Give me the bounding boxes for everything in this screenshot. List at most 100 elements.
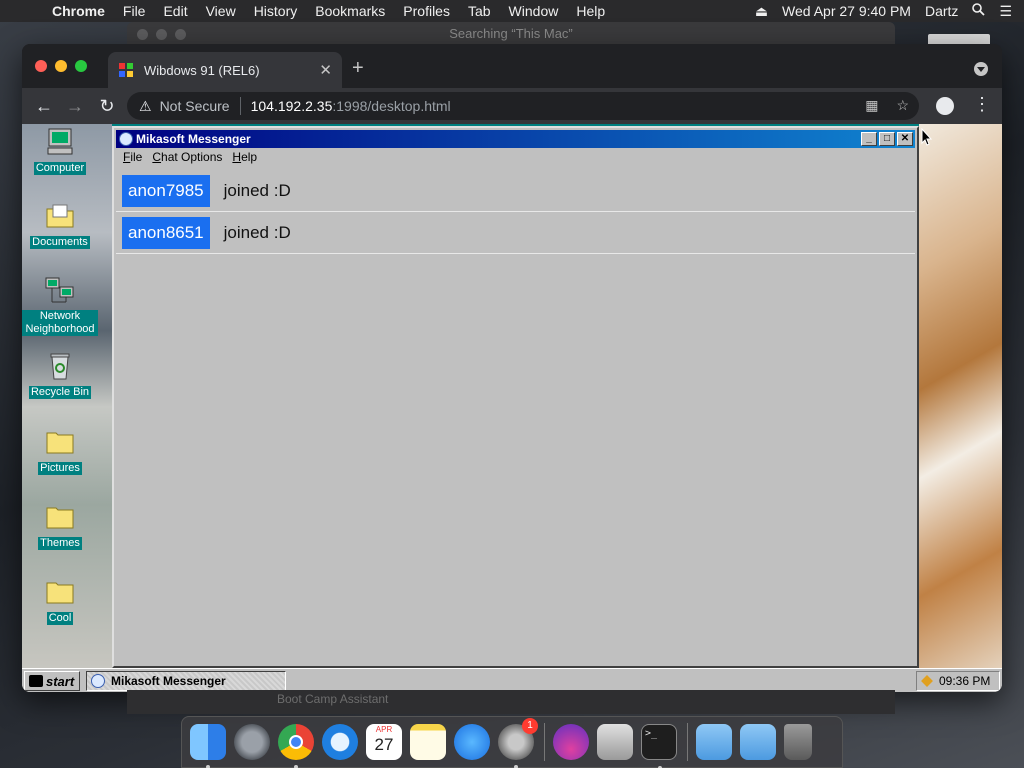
menu-bookmarks[interactable]: Bookmarks (315, 3, 385, 19)
window-minimize-button[interactable] (55, 60, 67, 72)
calendar-icon[interactable]: APR 27 (366, 724, 402, 760)
desktop-icon-documents[interactable]: Documents (22, 200, 98, 249)
network-icon (45, 277, 74, 303)
installer-icon[interactable] (553, 724, 589, 760)
calendar-day: 27 (374, 735, 394, 754)
calendar-month: APR (375, 725, 393, 734)
applications-folder-icon[interactable] (696, 724, 732, 760)
message-text: joined :D (223, 180, 291, 200)
new-tab-button[interactable]: + (352, 57, 364, 80)
desktop-icon-themes[interactable]: Themes (22, 501, 98, 550)
messenger-window-controls: _ □ ✕ (859, 132, 913, 146)
menu-help[interactable]: Help (576, 3, 605, 19)
page-viewport: Computer Documents Network Neighborhood (22, 124, 1002, 692)
user-name[interactable]: Dartz (925, 3, 958, 19)
folder-icon (46, 582, 74, 604)
win-desktop: Computer Documents Network Neighborhood (22, 124, 1002, 668)
boot-camp-icon[interactable] (597, 724, 633, 760)
desktop-icon-label: Recycle Bin (28, 386, 92, 399)
menu-app-name[interactable]: Chrome (52, 3, 105, 19)
reload-button[interactable]: ↻ (96, 94, 118, 118)
chrome-menu-icon[interactable]: ⋮ (973, 94, 991, 115)
messenger-title: Mikasoft Messenger (136, 132, 251, 146)
finder-icon[interactable] (190, 724, 226, 768)
bookmark-star-icon[interactable]: ☆ (896, 97, 909, 114)
safari-icon[interactable] (322, 724, 358, 760)
spotlight-search-icon[interactable] (972, 3, 986, 19)
desktop-icon-label: Documents (30, 236, 90, 249)
menu-history[interactable]: History (254, 3, 298, 19)
messenger-menu-file[interactable]: File (123, 150, 142, 168)
trash-icon[interactable] (784, 724, 812, 760)
background-window-controls (137, 29, 194, 40)
message-list: anon7985 joined :D anon8651 joined :D (116, 170, 915, 664)
start-button[interactable]: start (24, 671, 80, 691)
desktop-icon-network[interactable]: Network Neighborhood (22, 274, 98, 336)
notes-icon[interactable] (410, 724, 446, 760)
address-bar-actions: ▦ ☆ (847, 97, 909, 114)
system-preferences-icon[interactable]: 1 (498, 718, 538, 768)
control-center-icon[interactable]: ☰ (999, 3, 1012, 20)
menu-view[interactable]: View (206, 3, 236, 19)
message-username[interactable]: anon8651 (122, 216, 210, 249)
minimize-icon[interactable]: _ (861, 132, 877, 146)
browser-tab[interactable]: Wibdows 91 (REL6) ✕ (108, 52, 342, 88)
background-bootcamp-label: Boot Camp Assistant (277, 692, 389, 706)
chrome-icon[interactable] (278, 724, 314, 768)
desktop-icon-label: Pictures (38, 462, 82, 475)
window-zoom-button[interactable] (75, 60, 87, 72)
menu-profiles[interactable]: Profiles (403, 3, 450, 19)
win-taskbar: start Mikasoft Messenger 09:36 PM (22, 668, 1002, 692)
folder-documents-icon (46, 204, 74, 228)
mac-menu-bar: Chrome File Edit View History Bookmarks … (0, 0, 1024, 22)
message-text: joined :D (223, 222, 291, 242)
tab-search-icon[interactable] (974, 62, 988, 76)
eject-icon[interactable]: ⏏ (755, 3, 768, 20)
messenger-menu-chat-options[interactable]: Chat Options (152, 150, 222, 168)
message-username[interactable]: anon7985 (122, 174, 210, 207)
desktop-icon-computer[interactable]: Computer (22, 126, 98, 175)
desktop-icon-recycle-bin[interactable]: Recycle Bin (22, 350, 98, 399)
url-path: :1998/desktop.html (332, 98, 451, 114)
browser-toolbar: ← → ↻ ⚠ Not Secure 104.192.2.35 :1998/de… (22, 88, 1002, 124)
tab-close-icon[interactable]: ✕ (319, 61, 332, 79)
downloads-folder-icon[interactable] (740, 724, 776, 760)
mouse-cursor-icon (921, 128, 933, 146)
menu-window[interactable]: Window (509, 3, 559, 19)
terminal-icon[interactable]: >_ (641, 724, 677, 768)
desktop-icon-label: Computer (33, 162, 87, 175)
background-bootcamp-window: Boot Camp Assistant (127, 690, 895, 714)
launchpad-icon[interactable] (234, 724, 270, 760)
profile-avatar-icon[interactable] (936, 97, 954, 115)
back-button[interactable]: ← (33, 94, 55, 118)
clock[interactable]: Wed Apr 27 9:40 PM (782, 3, 911, 19)
security-label[interactable]: Not Secure (160, 98, 230, 114)
menu-tab[interactable]: Tab (468, 3, 491, 19)
desktop-icon-pictures[interactable]: Pictures (22, 426, 98, 475)
messenger-app-icon (91, 674, 105, 688)
dock-separator (687, 723, 688, 761)
desktop-wallpaper-right (919, 124, 1002, 668)
notification-badge: 1 (522, 718, 538, 734)
tab-strip: Wibdows 91 (REL6) ✕ + (22, 44, 1002, 88)
window-close-button[interactable] (35, 60, 47, 72)
maximize-icon[interactable]: □ (879, 132, 895, 146)
desktop-icon-cool[interactable]: Cool (22, 576, 98, 625)
menu-file[interactable]: File (123, 3, 146, 19)
messenger-titlebar[interactable]: Mikasoft Messenger _ □ ✕ (116, 130, 915, 148)
taskbar-messenger-button[interactable]: Mikasoft Messenger (86, 671, 286, 691)
tray-clock: 09:36 PM (939, 674, 991, 688)
menu-edit[interactable]: Edit (163, 3, 187, 19)
qr-code-icon[interactable]: ▦ (865, 97, 878, 114)
close-icon[interactable]: ✕ (897, 132, 913, 146)
app-store-icon[interactable] (454, 724, 490, 760)
messenger-menu-help[interactable]: Help (232, 150, 257, 168)
message-row: anon7985 joined :D (116, 170, 915, 212)
chrome-window: Wibdows 91 (REL6) ✕ + ← → ↻ ⚠ Not Secure… (22, 44, 1002, 692)
address-bar[interactable]: ⚠ Not Secure 104.192.2.35 :1998/desktop.… (127, 92, 919, 120)
address-divider (239, 97, 241, 115)
warning-icon[interactable]: ⚠ (139, 98, 152, 115)
tray-icon[interactable] (921, 675, 933, 687)
forward-button[interactable]: → (64, 94, 86, 118)
tab-title: Wibdows 91 (REL6) (144, 62, 260, 78)
